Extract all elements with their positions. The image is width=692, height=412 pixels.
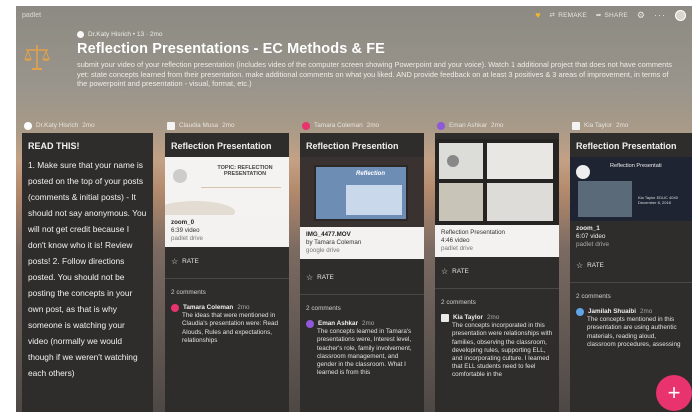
- post-card[interactable]: Reflection Presentation TOPIC: REFLECTIO…: [165, 133, 289, 412]
- post-title: READ THIS!: [28, 141, 80, 151]
- attachment-info[interactable]: IMG_4477.MOV by Tamara Coleman google dr…: [300, 227, 424, 259]
- comment: Eman Ashkar 2mo The concepts learned in …: [300, 316, 424, 377]
- gear-icon[interactable]: ⚙: [637, 10, 645, 21]
- attachment-info[interactable]: zoom_1 6:07 video padlet drive: [570, 221, 692, 253]
- post-header: Claudia Musa 2mo: [165, 119, 289, 132]
- post-column: Kia Taylor 2mo Reflection Presentation R…: [570, 119, 692, 412]
- star-icon: ☆: [576, 261, 584, 270]
- post-title: Reflection Presentation: [576, 141, 677, 151]
- post-column: Eman Ashkar 2mo Reflection Presentation …: [435, 119, 559, 412]
- post-title: Reflection Presention: [306, 141, 399, 151]
- attachment-info[interactable]: Reflection Presentation 4:46 video padle…: [435, 225, 559, 257]
- board-header: Dr.Katy Hisrich • 13 · 2mo Reflection Pr…: [24, 28, 682, 89]
- padlet-board: padlet ♥ ⇄ REMAKE ➦ SHARE ⚙ ··· Dr.Katy …: [16, 6, 692, 412]
- star-icon: ☆: [171, 257, 179, 266]
- post-card[interactable]: Reflection Presentation Reflection Prese…: [570, 133, 692, 412]
- post-header: Kia Taylor 2mo: [570, 119, 692, 132]
- star-icon: ☆: [441, 267, 449, 276]
- add-post-button[interactable]: +: [656, 375, 692, 411]
- heart-icon[interactable]: ♥: [535, 10, 540, 20]
- author-avatar: [24, 121, 32, 130]
- scales-icon: [24, 45, 50, 70]
- post-body: 1. Make sure that your name is posted on…: [28, 160, 147, 378]
- play-icon[interactable]: [576, 165, 590, 179]
- post-header: Eman Ashkar 2mo: [435, 119, 559, 132]
- video-thumbnail[interactable]: Reflection Presentati Kia Taylor EDUC 40…: [570, 157, 692, 221]
- author-avatar: [77, 30, 84, 38]
- author-avatar: [572, 121, 580, 130]
- rate-button[interactable]: ☆ RATE: [300, 259, 424, 288]
- board-description: submit your video of your reflection pre…: [77, 60, 672, 89]
- plus-icon: +: [667, 380, 681, 405]
- comments-count[interactable]: 2 comments: [300, 301, 424, 316]
- post-card[interactable]: READ THIS! 1. Make sure that your name i…: [22, 133, 153, 412]
- video-thumbnail[interactable]: TOPIC: REFLECTION PRESENTATION: [165, 157, 289, 215]
- comment: Kia Taylor 2mo The concepts incorporated…: [435, 310, 559, 380]
- commenter-avatar: [171, 304, 179, 313]
- user-avatar[interactable]: [675, 9, 686, 21]
- comments-count[interactable]: 2 comments: [165, 285, 289, 300]
- comment: Jamilah Shuaibi 2mo The concepts mention…: [570, 304, 692, 349]
- commenter-avatar: [306, 320, 314, 329]
- board-title: Reflection Presentations - EC Methods & …: [77, 41, 385, 57]
- more-icon[interactable]: ···: [654, 10, 666, 20]
- rate-button[interactable]: ☆ RATE: [165, 247, 289, 272]
- posts-area: Dr.Katy Hisrich 2mo READ THIS! 1. Make s…: [22, 119, 692, 412]
- author-avatar: [302, 121, 310, 130]
- rate-button[interactable]: ☆ RATE: [570, 253, 692, 276]
- play-icon[interactable]: [173, 169, 187, 183]
- attachment-info[interactable]: zoom_0 6:39 video padlet drive: [165, 215, 289, 247]
- comments-count[interactable]: 2 comments: [435, 295, 559, 310]
- play-icon[interactable]: [447, 155, 459, 167]
- post-header: Dr.Katy Hisrich 2mo: [22, 119, 153, 132]
- post-column: Tamara Coleman 2mo Reflection Presention…: [300, 119, 424, 412]
- post-title: Reflection Presentation: [171, 141, 272, 151]
- comments-count[interactable]: 2 comments: [570, 289, 692, 304]
- post-header: Tamara Coleman 2mo: [300, 119, 424, 132]
- rate-button[interactable]: ☆ RATE: [435, 257, 559, 282]
- commenter-avatar: [441, 314, 449, 323]
- brand-logo[interactable]: padlet: [22, 12, 41, 19]
- post-card[interactable]: Reflection Presentation 4:46 video padle…: [435, 133, 559, 412]
- remake-button[interactable]: ⇄ REMAKE: [549, 11, 587, 20]
- share-button[interactable]: ➦ SHARE: [595, 11, 628, 20]
- commenter-avatar: [576, 308, 584, 317]
- post-card[interactable]: Reflection Presention Reflection IMG_447…: [300, 133, 424, 412]
- post-column: Dr.Katy Hisrich 2mo READ THIS! 1. Make s…: [22, 119, 153, 412]
- share-icon: ➦: [595, 12, 602, 19]
- comment: Tamara Coleman 2mo The ideas that were m…: [165, 300, 289, 345]
- remake-icon: ⇄: [549, 12, 556, 19]
- post-column: Claudia Musa 2mo Reflection Presentation…: [165, 119, 289, 412]
- author-avatar: [167, 121, 175, 130]
- star-icon: ☆: [306, 273, 314, 282]
- video-thumbnail[interactable]: Reflection: [300, 157, 424, 227]
- video-thumbnail[interactable]: [435, 139, 559, 225]
- top-bar: padlet ♥ ⇄ REMAKE ➦ SHARE ⚙ ···: [16, 6, 692, 24]
- board-meta: Dr.Katy Hisrich • 13 · 2mo: [77, 28, 682, 40]
- author-avatar: [437, 121, 445, 130]
